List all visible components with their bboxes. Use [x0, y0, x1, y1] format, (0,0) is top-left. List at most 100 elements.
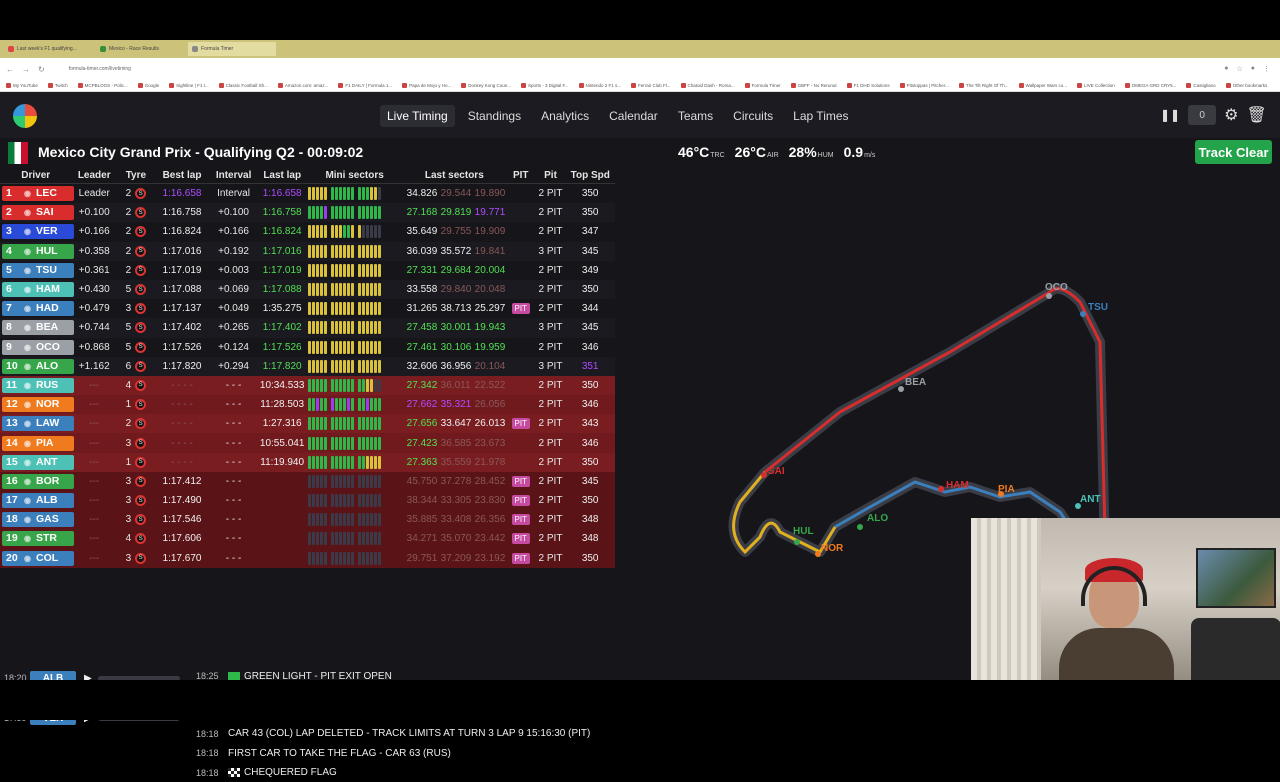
nav-item-circuits[interactable]: Circuits	[726, 105, 780, 127]
delay-counter[interactable]: 0	[1188, 105, 1217, 125]
back-icon[interactable]: ←	[6, 65, 14, 74]
column-header[interactable]: Mini sectors	[307, 168, 403, 183]
table-row[interactable]: 3 ◉ VER +0.166 2 S 1:16.824 +0.166 1:16.824 35.64…	[0, 222, 615, 241]
table-row[interactable]: 13 ◉ LAW --- 2 S - - - - - - - 1:27.316 27.656 33.…	[0, 414, 615, 434]
bookmark-item[interactable]: Castigliano	[1186, 83, 1216, 88]
table-row[interactable]: 1 ◉ LEC Leader 2 S 1:16.658 Interval 1:16.658 34.…	[0, 184, 615, 203]
driver-cell[interactable]: 12 ◉ NOR	[0, 395, 74, 414]
driver-badge[interactable]: 2 ◉ SAI	[2, 205, 74, 221]
table-row[interactable]: 6 ◉ HAM +0.430 5 S 1:17.088 +0.069 1:17.088 33.55…	[0, 279, 615, 300]
table-row[interactable]: 4 ◉ HUL +0.358 2 S 1:17.016 +0.192 1:17.016 36.03…	[0, 241, 615, 261]
bookmark-item[interactable]: F1 DHD Solutions	[846, 83, 890, 88]
driver-badge[interactable]: 15 ◉ ANT	[2, 454, 74, 470]
driver-badge[interactable]: 14 ◉ PIA	[2, 435, 74, 451]
bookmark-item[interactable]: Sightline | F1 t...	[169, 83, 209, 88]
bookmark-item[interactable]: Amazon.com: amaz...	[277, 83, 328, 88]
column-header[interactable]: Pit	[536, 168, 566, 183]
column-header[interactable]: PIT	[506, 168, 536, 183]
driver-badge[interactable]: 19 ◉ STR	[2, 531, 74, 547]
table-row[interactable]: 7 ◉ HAD +0.479 3 S 1:17.137 +0.049 1:35.275 31.26…	[0, 299, 615, 318]
column-header[interactable]: Tyre	[117, 168, 155, 183]
driver-badge[interactable]: 7 ◉ HAD	[2, 301, 74, 317]
driver-cell[interactable]: 20 ◉ COL	[0, 549, 74, 568]
bookmark-item[interactable]: The Tilt Right Of Th...	[958, 83, 1009, 88]
reload-icon[interactable]: ↻	[38, 65, 45, 74]
bookmark-item[interactable]: Donkey Kong Coun...	[461, 83, 511, 88]
table-row[interactable]: 12 ◉ NOR --- 1 S - - - - - - - 11:28.503 27.662 35…	[0, 395, 615, 415]
nav-item-teams[interactable]: Teams	[671, 105, 720, 127]
menu-icon[interactable]: ⋮	[1263, 65, 1270, 73]
driver-badge[interactable]: 17 ◉ ALB	[2, 493, 74, 509]
driver-cell[interactable]: 15 ◉ ANT	[0, 453, 74, 472]
browser-tab[interactable]: Last week's F1 qualifying...	[4, 42, 92, 56]
driver-cell[interactable]: 3 ◉ VER	[0, 222, 74, 241]
column-header[interactable]: Last lap	[258, 168, 307, 183]
column-header[interactable]: Interval	[209, 168, 258, 183]
table-row[interactable]: 2 ◉ SAI +0.100 2 S 1:16.758 +0.100 1:16.758 27.16…	[0, 203, 615, 223]
driver-badge[interactable]: 4 ◉ HUL	[2, 243, 74, 259]
bookmark-item[interactable]: OMEGA GRD CRY5...	[1124, 83, 1176, 88]
pause-icon[interactable]: ❚❚	[1160, 108, 1180, 122]
column-header[interactable]: Leader	[71, 168, 117, 183]
nav-item-live-timing[interactable]: Live Timing	[380, 105, 455, 127]
driver-badge[interactable]: 3 ◉ VER	[2, 224, 74, 240]
driver-cell[interactable]: 14 ◉ PIA	[0, 434, 74, 453]
column-header[interactable]: Best lap	[155, 168, 210, 183]
driver-cell[interactable]: 5 ◉ TSU	[0, 261, 74, 280]
driver-badge[interactable]: 9 ◉ OCO	[2, 339, 74, 355]
table-row[interactable]: 18 ◉ GAS --- 3 S 1:17.546 - - - 35.885 33.408 26.3…	[0, 510, 615, 530]
bookmark-item[interactable]: GBFF - No Rerunut	[790, 83, 837, 88]
driver-cell[interactable]: 1 ◉ LEC	[0, 184, 74, 203]
driver-badge[interactable]: 13 ◉ LAW	[2, 416, 74, 432]
nav-item-standings[interactable]: Standings	[461, 105, 528, 127]
driver-cell[interactable]: 6 ◉ HAM	[0, 280, 74, 299]
driver-badge[interactable]: 12 ◉ NOR	[2, 397, 74, 413]
bookmark-item[interactable]: Nintendo 2 F1 s...	[578, 83, 621, 88]
nav-item-analytics[interactable]: Analytics	[534, 105, 596, 127]
driver-badge[interactable]: 6 ◉ HAM	[2, 282, 74, 298]
table-row[interactable]: 8 ◉ BEA +0.744 5 S 1:17.402 +0.265 1:17.402 27.45…	[0, 318, 615, 338]
driver-cell[interactable]: 7 ◉ HAD	[0, 299, 74, 318]
table-row[interactable]: 11 ◉ RUS --- 4 S - - - - - - - 10:34.533 27.342 36…	[0, 375, 615, 396]
extension-icon[interactable]: ●	[1224, 65, 1228, 73]
profile-icon[interactable]: ●	[1251, 65, 1255, 73]
table-row[interactable]: 19 ◉ STR --- 4 S 1:17.606 - - - 34.271 35.070 23.4…	[0, 529, 615, 549]
bookmark-item[interactable]: Twitch	[47, 83, 68, 88]
table-row[interactable]: 15 ◉ ANT --- 1 S - - - -- - -11:19.940 27.363 35…	[0, 452, 615, 472]
driver-cell[interactable]: 10 ◉ ALO	[0, 357, 74, 376]
driver-cell[interactable]: 9 ◉ OCO	[0, 338, 74, 357]
driver-badge[interactable]: 11 ◉ RUS	[2, 377, 74, 393]
driver-badge[interactable]: 18 ◉ GAS	[2, 512, 74, 528]
column-header[interactable]: Last sectors	[403, 168, 506, 183]
driver-badge[interactable]: 20 ◉ COL	[2, 550, 74, 566]
bookmark-item[interactable]: Google	[137, 83, 159, 88]
bookmark-item[interactable]: Papa de Mojo y Ho...	[402, 83, 451, 88]
bookmark-item[interactable]: Sports - 3 Digital F...	[520, 83, 569, 88]
driver-badge[interactable]: 8 ◉ BEA	[2, 320, 74, 336]
driver-cell[interactable]: 8 ◉ BEA	[0, 318, 74, 337]
bookmark-item[interactable]: MCPBLOGS - Polic...	[77, 83, 128, 88]
nav-item-calendar[interactable]: Calendar	[602, 105, 665, 127]
bookmark-item[interactable]: Other bookmarks	[1225, 83, 1267, 88]
driver-badge[interactable]: 16 ◉ BOR	[2, 473, 74, 489]
bookmark-item[interactable]: LIVE Collection	[1076, 83, 1115, 88]
driver-cell[interactable]: 11 ◉ RUS	[0, 376, 74, 395]
bookmark-item[interactable]: F1 DAILY | Formula 1...	[338, 83, 392, 88]
table-row[interactable]: 9 ◉ OCO +0.868 5 S 1:17.526 +0.124 1:17.526 27.46…	[0, 338, 615, 357]
driver-badge[interactable]: 5 ◉ TSU	[2, 262, 74, 278]
table-row[interactable]: 16 ◉ BOR --- 3 S 1:17.412 - - - 45.750 37.278 28.4…	[0, 471, 615, 491]
bookmark-item[interactable]: Pitstoppas | Pitcher...	[899, 83, 949, 88]
driver-cell[interactable]: 17 ◉ ALB	[0, 491, 74, 510]
track-status-button[interactable]: Track Clear	[1195, 140, 1272, 164]
driver-cell[interactable]: 18 ◉ GAS	[0, 510, 74, 529]
column-header[interactable]: Driver	[0, 168, 71, 183]
bookmark-item[interactable]: Chatoid Dash - Roma...	[680, 83, 735, 88]
column-header[interactable]: Top Spd	[565, 168, 615, 183]
table-row[interactable]: 20 ◉ COL --- 3 S 1:17.670 - - - 29.751 37.209 23.1…	[0, 548, 615, 568]
url-input[interactable]: formula-timer.com/livetiming	[69, 66, 131, 72]
app-logo-icon[interactable]	[13, 104, 37, 128]
bookmark-item[interactable]: Classic Football Sh...	[218, 83, 268, 88]
table-row[interactable]: 14 ◉ PIA --- 3 S - - - - - - - 10:55.041 27.423 36…	[0, 433, 615, 453]
table-row[interactable]: 5 ◉ TSU +0.361 2 S 1:17.019 +0.003 1:17.019 27.33…	[0, 261, 615, 280]
trash-icon[interactable]: 🗑	[1246, 105, 1266, 125]
